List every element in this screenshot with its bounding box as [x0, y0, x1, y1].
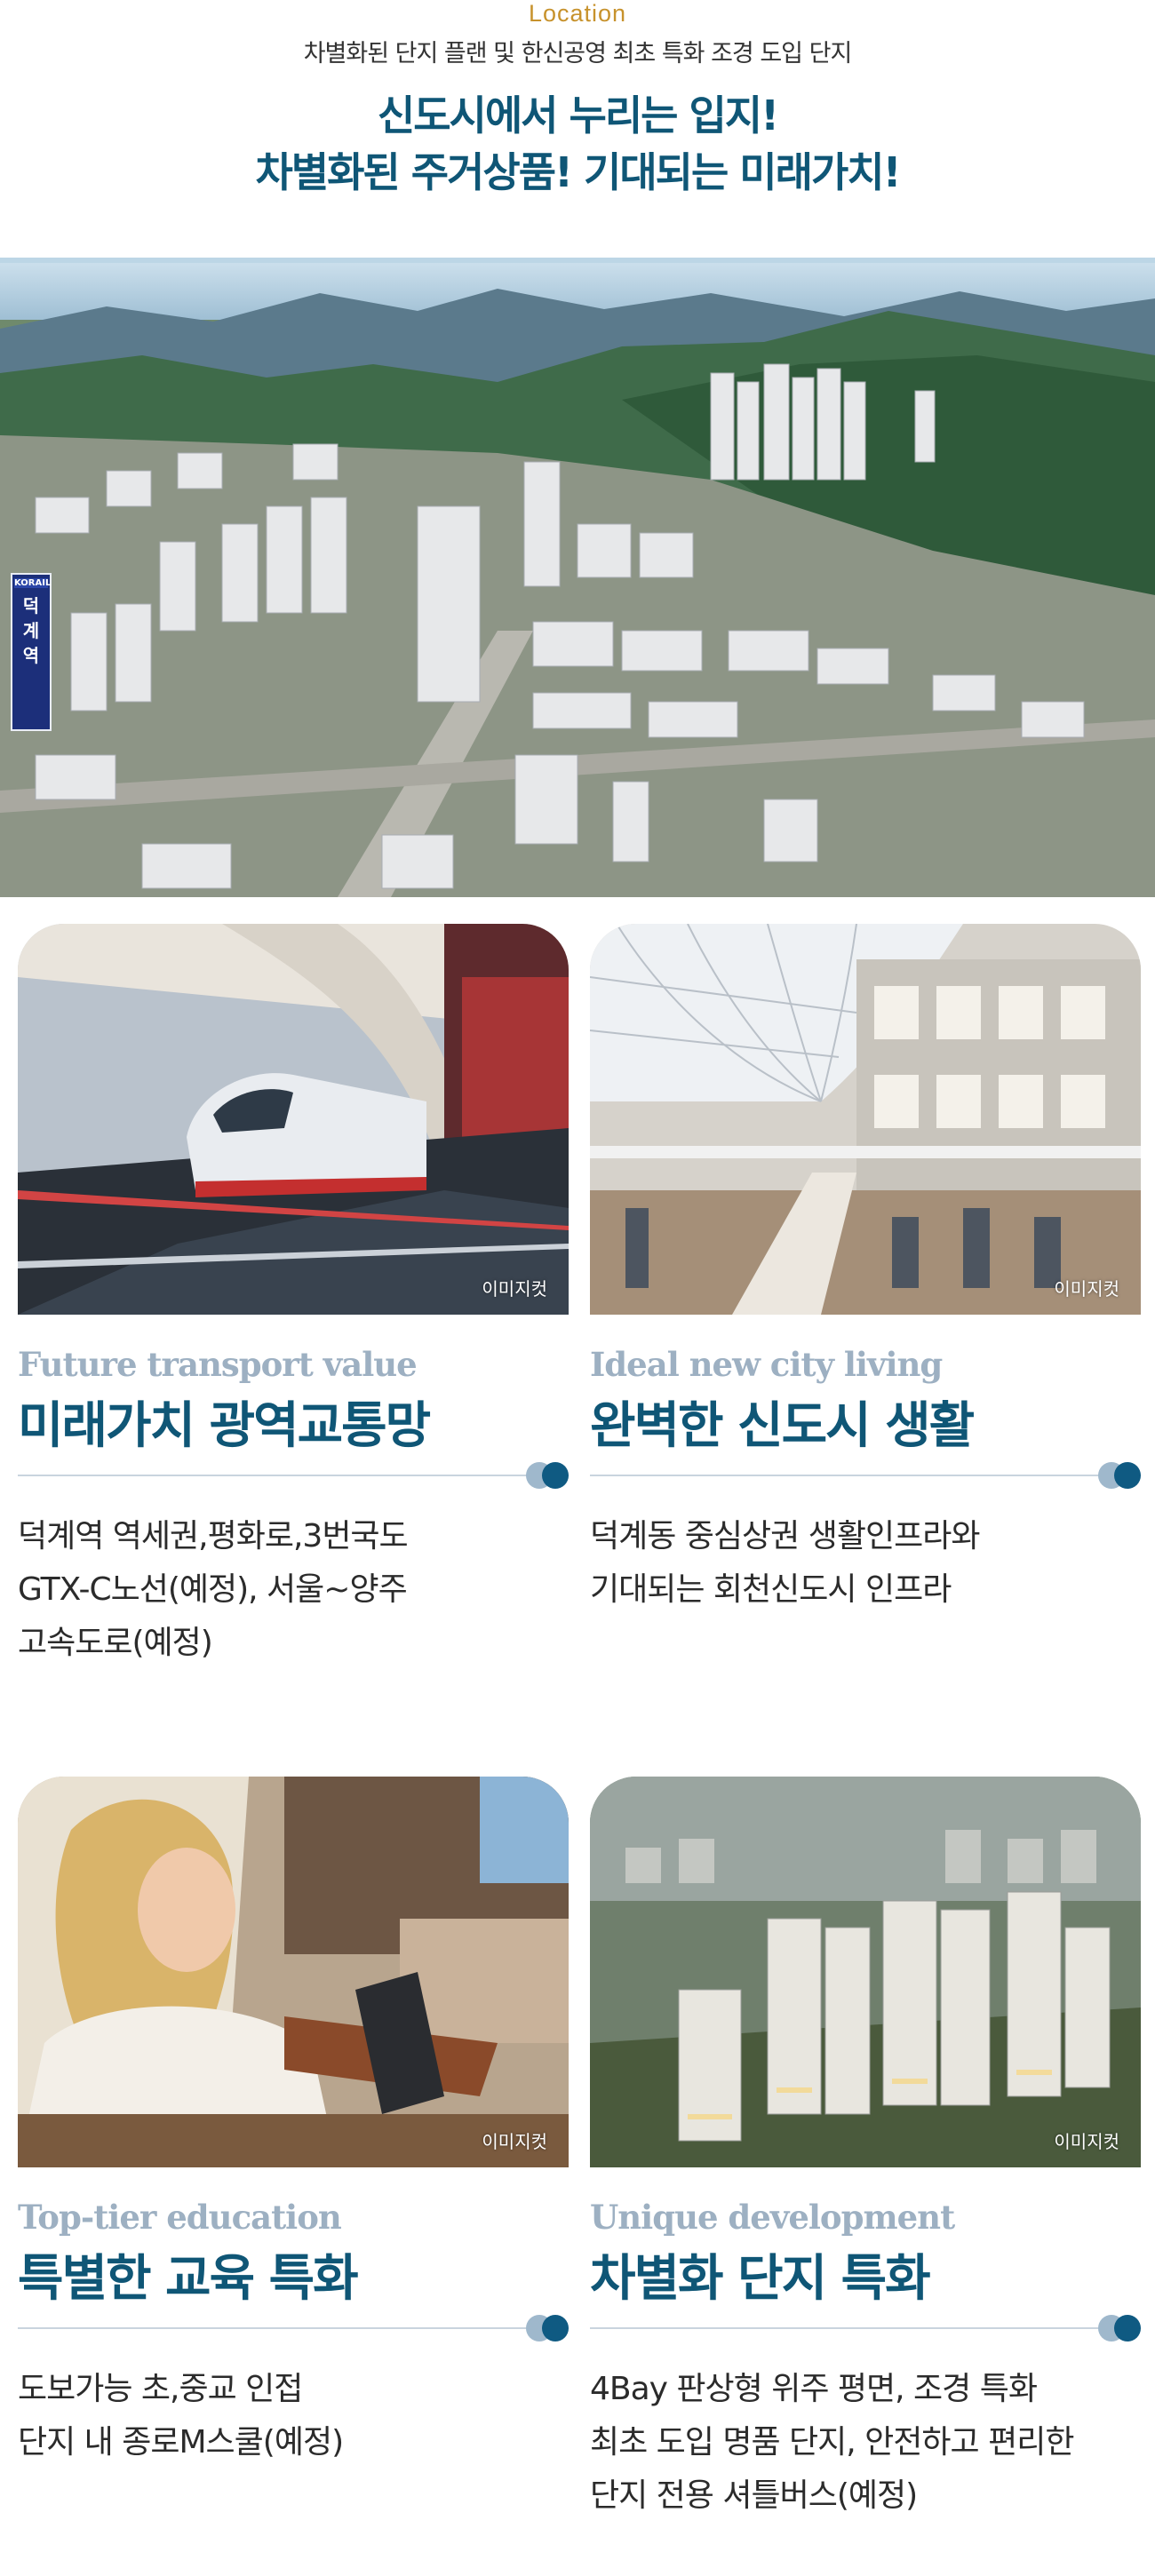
station-name-char-3: 역 [22, 645, 40, 666]
description-line: 덕계동 중심상권 생활인프라와 [590, 1518, 980, 1554]
image-caption: 이미지컷 [1054, 1278, 1119, 1300]
description-line: 덕계역 역세권,평화로,3번국도 [18, 1518, 409, 1554]
image-caption: 이미지컷 [482, 1278, 547, 1300]
image-caption: 이미지컷 [1054, 2131, 1119, 2152]
card-en-title: Top-tier education [18, 2198, 342, 2237]
divider-line [590, 2327, 1141, 2329]
card-ko-title: 차별화 단지 특화 [590, 2250, 931, 2308]
card-description: 덕계역 역세권,평화로,3번국도 GTX-C노선(예정), 서울~양주 고속도로… [18, 1510, 569, 1670]
section-eyebrow: Location [528, 0, 627, 27]
aerial-illustration [0, 258, 1155, 897]
train-illustration [18, 924, 569, 1315]
train-image: 이미지컷 [18, 924, 569, 1315]
section-subtitle: 차별화된 단지 플랜 및 한신공영 최초 특화 조경 도입 단지 [303, 40, 853, 68]
description-line: GTX-C노선(예정), 서울~양주 [18, 1571, 408, 1608]
decorative-dots-icon [1098, 2315, 1141, 2341]
decorative-dots-icon [1098, 1462, 1141, 1489]
image-caption: 이미지컷 [482, 2131, 547, 2152]
card-description: 도보가능 초,중교 인접 단지 내 종로M스쿨(예정) [18, 2363, 569, 2469]
title-line-1: 신도시에서 누리는 입지! [377, 91, 779, 139]
card-ko-title: 특별한 교육 특화 [18, 2250, 359, 2308]
description-line: 단지 내 종로M스쿨(예정) [18, 2424, 344, 2461]
station-name-char-1: 덕 [22, 595, 40, 616]
divider-line [590, 1475, 1141, 1476]
card-ko-title: 미래가치 광역교통망 [18, 1397, 431, 1455]
mall-image: 이미지컷 [590, 924, 1141, 1315]
korail-logo: KORAIL [14, 578, 52, 588]
complex-illustration [590, 1777, 1141, 2167]
description-line: 고속도로(예정) [18, 1625, 213, 1661]
station-name-char-2: 계 [22, 620, 40, 641]
location-header: Location 차별화된 단지 플랜 및 한신공영 최초 특화 조경 도입 단… [0, 0, 1155, 258]
decorative-dots-icon [526, 1462, 569, 1489]
description-line: 4Bay 판상형 위주 평면, 조경 특화 [590, 2371, 1038, 2407]
decorative-dots-icon [526, 2315, 569, 2341]
student-illustration [18, 1777, 569, 2167]
divider-line [18, 1475, 569, 1476]
student-image: 이미지컷 [18, 1777, 569, 2167]
divider-line [18, 2327, 569, 2329]
card-en-title: Future transport value [18, 1345, 418, 1384]
section-title: 신도시에서 누리는 입지! 차별화된 주거상품! 기대되는 미래가치! [0, 87, 1155, 201]
aerial-city-image: KORAIL 덕 계 역 [0, 258, 1155, 897]
card-en-title: Unique development [590, 2198, 955, 2237]
title-line-2: 차별화된 주거상품! 기대되는 미래가치! [255, 148, 901, 196]
complex-image: 이미지컷 [590, 1777, 1141, 2167]
station-sign: KORAIL 덕 계 역 [11, 573, 52, 731]
card-description: 4Bay 판상형 위주 평면, 조경 특화 최초 도입 명품 단지, 안전하고 … [590, 2363, 1141, 2523]
card-en-title: Ideal new city living [590, 1345, 943, 1384]
mall-illustration [590, 924, 1141, 1315]
description-line: 최초 도입 명품 단지, 안전하고 편리한 [590, 2424, 1074, 2461]
description-line: 단지 전용 셔틀버스(예정) [590, 2477, 918, 2514]
description-line: 도보가능 초,중교 인접 [18, 2371, 303, 2407]
description-line: 기대되는 회천신도시 인프라 [590, 1571, 952, 1608]
card-description: 덕계동 중심상권 생활인프라와 기대되는 회천신도시 인프라 [590, 1510, 1141, 1617]
card-ko-title: 완벽한 신도시 생활 [590, 1397, 975, 1455]
